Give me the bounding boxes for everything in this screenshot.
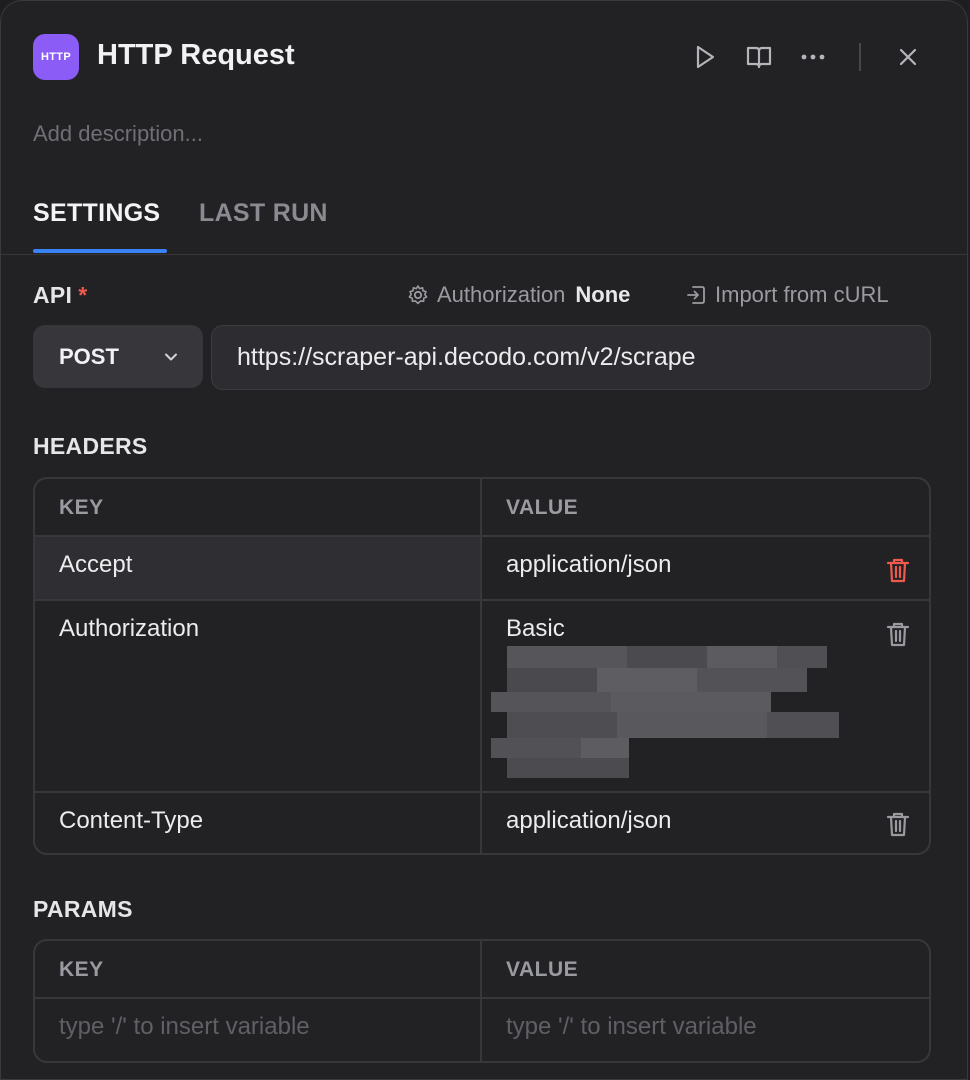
params-label: PARAMS	[33, 896, 133, 922]
more-horizontal-icon	[801, 54, 825, 60]
api-label-text: API	[33, 282, 73, 308]
required-mark: *	[78, 282, 88, 308]
headers-key-column: KEY	[35, 479, 482, 535]
trash-icon	[886, 622, 910, 647]
table-row: Content-Type application/json	[35, 791, 929, 853]
run-button[interactable]	[687, 39, 723, 75]
table-row: type '/' to insert variable type '/' to …	[35, 997, 929, 1061]
import-curl-label: Import from cURL	[715, 282, 889, 307]
params-value-column: VALUE	[506, 958, 579, 981]
header-key-input[interactable]: Authorization	[35, 601, 482, 791]
http-request-panel: HTTP HTTP Request Add description... SET…	[0, 0, 968, 1080]
redacted-credentials	[457, 646, 839, 778]
tab-last-run[interactable]: LAST RUN	[199, 199, 328, 228]
authorization-label: Authorization	[437, 282, 566, 307]
headers-value-column: VALUE	[506, 496, 579, 519]
delete-row-button[interactable]	[883, 619, 913, 649]
params-key-column: KEY	[35, 941, 482, 997]
http-app-icon: HTTP	[33, 34, 79, 80]
table-row: Accept application/json	[35, 535, 929, 599]
authorization-value: None	[575, 282, 631, 307]
docs-button[interactable]	[741, 39, 777, 75]
headers-table-header: KEY VALUE	[35, 479, 929, 535]
play-icon	[696, 45, 715, 69]
tabs-divider	[1, 254, 967, 255]
gear-icon	[408, 285, 428, 305]
param-value-input[interactable]: type '/' to insert variable	[482, 999, 929, 1061]
params-table-header: KEY VALUE	[35, 941, 929, 997]
close-icon	[899, 48, 917, 66]
trash-icon	[886, 812, 910, 837]
delete-row-button[interactable]	[883, 555, 913, 585]
method-value: POST	[59, 343, 119, 369]
delete-row-button[interactable]	[883, 809, 913, 839]
close-button[interactable]	[890, 39, 926, 75]
header-value-input[interactable]: application/json	[482, 537, 929, 599]
header-divider	[859, 43, 861, 71]
param-key-input[interactable]: type '/' to insert variable	[35, 999, 482, 1061]
header-key-input[interactable]: Content-Type	[35, 793, 482, 853]
authorization-button[interactable]: Authorization None	[407, 282, 630, 308]
import-icon	[687, 286, 705, 304]
header-key-input[interactable]: Accept	[35, 537, 482, 599]
active-tab-indicator	[33, 249, 167, 253]
more-button[interactable]	[795, 39, 831, 75]
api-label: API *	[33, 282, 88, 309]
params-table: KEY VALUE type '/' to insert variable ty…	[33, 939, 931, 1063]
import-curl-button[interactable]: Import from cURL	[685, 282, 889, 308]
method-select[interactable]: POST	[33, 325, 203, 388]
header-value-text: application/json	[506, 551, 672, 578]
description-input[interactable]: Add description...	[33, 121, 203, 147]
header-value-input[interactable]: application/json	[482, 793, 929, 853]
header-value-text: Basic	[506, 615, 565, 642]
book-icon	[746, 46, 772, 69]
url-input[interactable]: https://scraper-api.decodo.com/v2/scrape	[211, 325, 931, 390]
header-value-text: application/json	[506, 807, 672, 834]
chevron-down-icon	[165, 353, 177, 361]
panel-title: HTTP Request	[97, 39, 295, 71]
tab-settings[interactable]: SETTINGS	[33, 199, 160, 228]
trash-icon	[886, 558, 910, 583]
headers-label: HEADERS	[33, 433, 148, 459]
